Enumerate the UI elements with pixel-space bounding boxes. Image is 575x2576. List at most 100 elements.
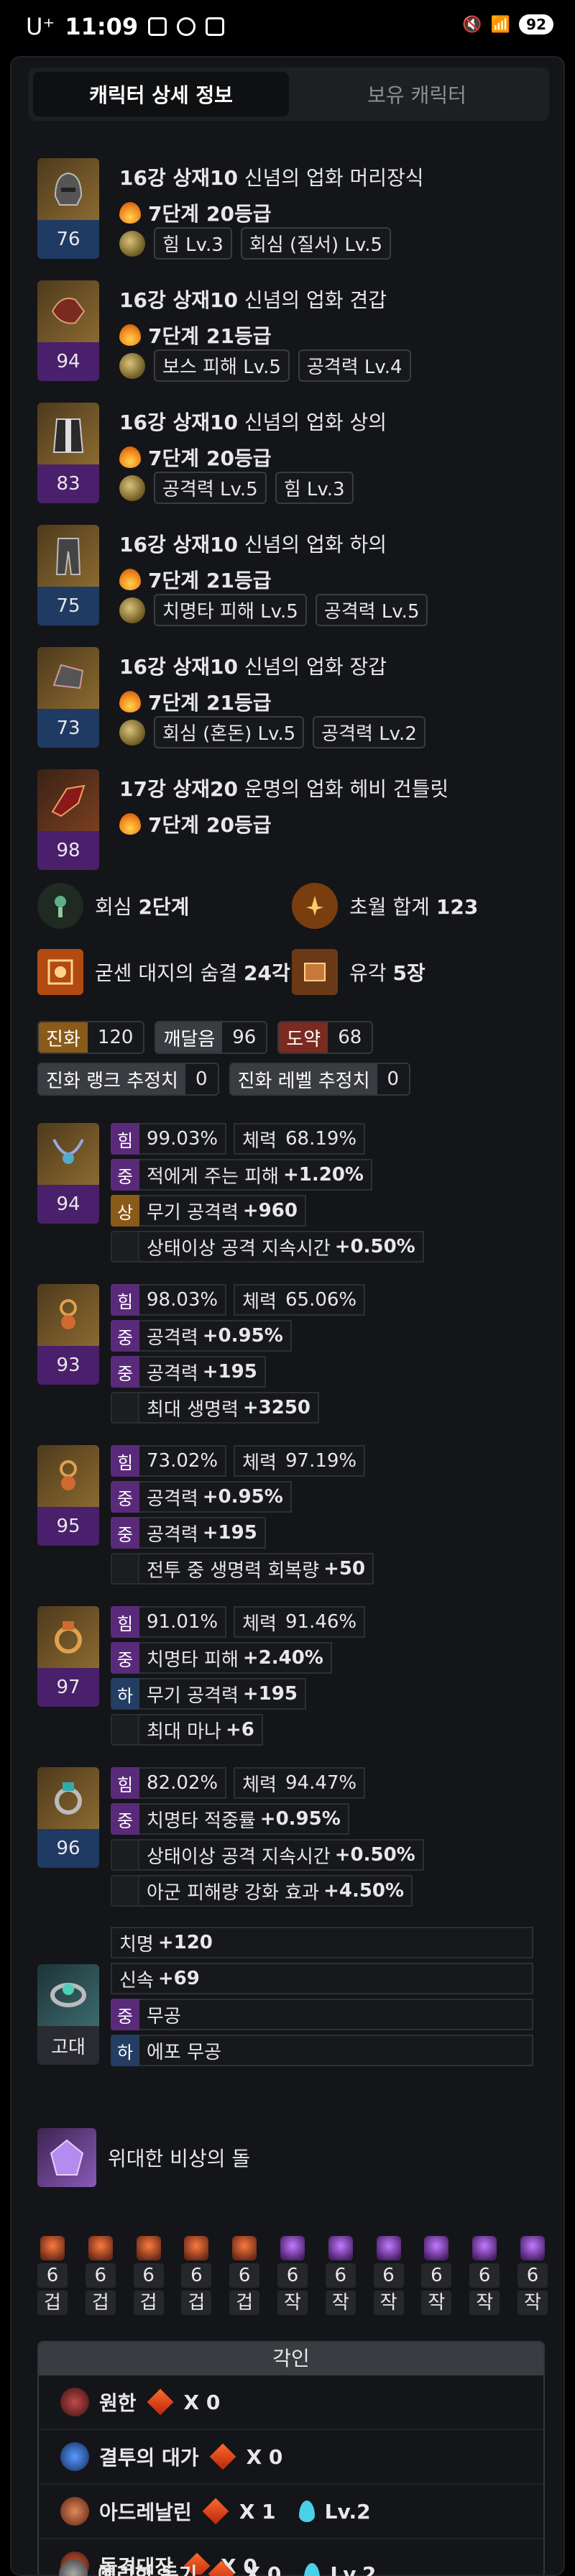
item-level: 95 (37, 1507, 99, 1546)
chest-icon (37, 403, 99, 464)
ability-pill: 공격력 Lv.5 (315, 594, 428, 626)
ability-stone[interactable]: 위대한 비상의 돌 (37, 2128, 250, 2187)
equipment-item-gloves[interactable]: 73 16강 상재10 신념의 업화 장갑 7단계 21등급 회심 (혼돈) Lv… (37, 647, 540, 748)
ability-stone-gem-icon (119, 475, 145, 501)
ability-stone-name: 위대한 비상의 돌 (108, 2147, 251, 2171)
gem-item[interactable]: 6작 (469, 2236, 500, 2315)
tab-owned-characters[interactable]: 보유 캐릭터 (289, 72, 545, 116)
ability-pill: 치명타 피해 Lv.5 (154, 594, 307, 626)
accessory-effect: 전투 중 생명력 회복량 +50 (111, 1553, 374, 1585)
transcend-label: 초월 합계 (349, 895, 430, 919)
breath-icon (37, 949, 83, 995)
equipment-item-weapon[interactable]: 98 17강 상재20 운명의 업화 헤비 건틀릿 7단계 20등급 (37, 769, 540, 870)
gem-icon (136, 2236, 161, 2260)
necklace-icon (37, 1123, 99, 1185)
ability-stone-drop-icon (298, 2501, 315, 2522)
gem-item[interactable]: 6작 (517, 2236, 548, 2315)
equipment-item-pants[interactable]: 75 16강 상재10 신념의 업화 하의 7단계 21등급 치명타 피해 Lv.… (37, 525, 540, 626)
carrier-label: U⁺ (26, 13, 55, 40)
gem-item[interactable]: 6작 (421, 2236, 452, 2315)
gem-item[interactable]: 6작 (373, 2236, 404, 2315)
bracelet-effect: 신속 +69 (111, 1963, 533, 1994)
ark-enlightenment: 깨달음 96 (155, 1021, 268, 1054)
item-level: 96 (37, 1829, 99, 1868)
tab-character-detail[interactable]: 캐릭터 상세 정보 (33, 72, 289, 116)
ability-stone-drop-icon (304, 2563, 321, 2576)
equipment-tier: 7단계 20등급 (119, 443, 272, 472)
ability-pill: 공격력 Lv.2 (313, 716, 426, 748)
gem-item[interactable]: 6겁 (37, 2236, 68, 2315)
helmet-icon (37, 158, 99, 220)
equipment-tier: 7단계 21등급 (119, 321, 272, 349)
accessory-effect: 아군 피해량 강화 효과 +4.50% (111, 1875, 424, 1907)
accessory-effect: 상태이상 공격 지속시간 +0.50% (111, 1839, 424, 1871)
ark-estimates-row: 진화 랭크 추정치 0 진화 레벨 추정치 0 (37, 1063, 411, 1096)
crit-summary: 회심 2단계 (37, 883, 189, 929)
relic-label: 유각 (349, 961, 387, 985)
tab-bar: 캐릭터 상세 정보 보유 캐릭터 (29, 68, 549, 121)
relic-summary: 유각 5장 (292, 949, 426, 995)
wifi-icon: 📶 (490, 15, 511, 34)
flame-icon (119, 691, 141, 712)
bracelet-summary: 굳센 대지의 숨결 24각 (37, 949, 290, 995)
character-panel: 캐릭터 상세 정보 보유 캐릭터 76 16강 상재10 신념의 업화 머리장식… (10, 56, 565, 2576)
engraving-row[interactable]: 원한 X 0 (39, 2375, 543, 2430)
equipment-name: 16강 상재10 신념의 업화 상의 (119, 411, 387, 434)
gem-icon (424, 2236, 449, 2260)
relic-book-icon (292, 949, 338, 995)
equipment-item-helmet[interactable]: 76 16강 상재10 신념의 업화 머리장식 7단계 20등급 힘 Lv.3 회… (37, 158, 540, 260)
gem-icon (328, 2236, 353, 2260)
accessory-effect: 하 무기 공격력 +195 (111, 1678, 365, 1710)
accessory-effect: 중 공격력 +0.95% (111, 1481, 374, 1513)
equipment-name: 16강 상재10 신념의 업화 장갑 (119, 655, 387, 679)
keen-blunt-icon (59, 2559, 88, 2576)
equipment-name: 16강 상재10 신념의 업화 머리장식 (119, 166, 424, 190)
gem-item[interactable]: 6겁 (229, 2236, 260, 2315)
necklace-gem-icon (37, 883, 83, 929)
flame-icon (119, 813, 141, 835)
gallery-icon (148, 17, 167, 36)
engraving-row[interactable]: 결투의 대가 X 0 (39, 2430, 543, 2485)
status-bar: U⁺ 11:09 🔇 📶 92 (0, 0, 575, 55)
item-level: 94 (37, 342, 99, 381)
mute-icon: 🔇 (462, 15, 482, 34)
gem-row: 6겁 6겁 6겁 6겁 6겁 6작 6작 6작 6작 6작 6작 (37, 2236, 548, 2315)
stat-tag: 힘 (111, 1123, 139, 1155)
equipment-name: 16강 상재10 신념의 업화 하의 (119, 533, 387, 556)
equipment-abilities: 회심 (혼돈) Lv.5 공격력 Lv.2 (119, 716, 426, 748)
bracelet-value: 24각 (244, 961, 290, 985)
item-level: 83 (37, 464, 99, 503)
accessory-effect: 중 공격력 +195 (111, 1517, 374, 1549)
engraving-row[interactable]: 아드레날린 X 1 Lv.2 (39, 2485, 543, 2539)
gem-item[interactable]: 6작 (277, 2236, 308, 2315)
item-level: 97 (37, 1668, 99, 1707)
item-level: 93 (37, 1346, 99, 1385)
stat-box: 체력 97.19% (234, 1445, 366, 1477)
gem-item[interactable]: 6겁 (85, 2236, 116, 2315)
equipment-item-shoulder[interactable]: 94 16강 상재10 신념의 업화 견갑 7단계 21등급 보스 피해 Lv.5… (37, 280, 540, 382)
adrenaline-icon (60, 2497, 89, 2526)
ark-evolution: 진화 120 (37, 1021, 145, 1054)
ability-stone-gem-icon (119, 352, 145, 379)
gem-item[interactable]: 6작 (325, 2236, 356, 2315)
gem-item[interactable]: 6겁 (181, 2236, 212, 2315)
relic-book-diamond-icon (147, 2388, 173, 2416)
stat-box: 체력 91.46% (234, 1606, 366, 1638)
engravings-section: 각인 원한 X 0 결투의 대가 X 0 아드레날린 X 1 Lv.2 돌격대장… (37, 2341, 545, 2575)
bracelet-effect: 중 무공 (111, 1999, 533, 2030)
accessory-effect: 중 치명타 피해 +2.40% (111, 1642, 365, 1674)
bracelet-grade: 고대 (37, 2026, 99, 2065)
engraving-row[interactable]: 예리한 둔기 X 0 Lv.2 (37, 2547, 545, 2576)
relic-book-diamond-icon (209, 2443, 236, 2470)
gem-icon (520, 2236, 545, 2260)
accessory-effect: 중 공격력 +0.95% (111, 1320, 365, 1352)
equipment-name: 17강 상재20 운명의 업화 헤비 건틀릿 (119, 777, 449, 801)
gem-item[interactable]: 6겁 (133, 2236, 164, 2315)
accessory-effect: 중 치명타 적중률 +0.95% (111, 1803, 424, 1835)
transcend-summary: 초월 합계 123 (292, 883, 478, 929)
equipment-item-chest[interactable]: 83 16강 상재10 신념의 업화 상의 7단계 20등급 공격력 Lv.5 힘… (37, 403, 540, 504)
ability-pill: 보스 피해 Lv.5 (154, 349, 290, 382)
bracelet-effect: 치명 +120 (111, 1927, 533, 1958)
item-level: 94 (37, 1185, 99, 1224)
stat-box: 체력 68.19% (234, 1123, 366, 1155)
